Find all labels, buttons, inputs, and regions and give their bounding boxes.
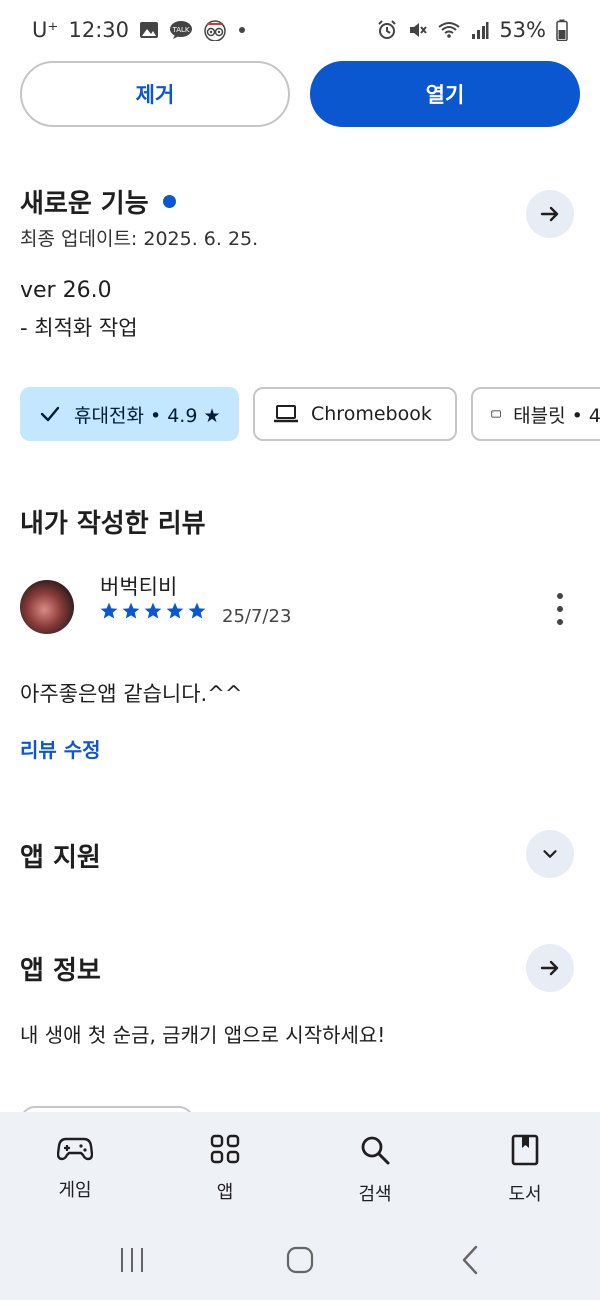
check-icon xyxy=(40,406,60,422)
home-icon[interactable] xyxy=(285,1245,315,1275)
apps-icon xyxy=(210,1134,240,1164)
wifi-icon xyxy=(437,20,461,40)
dot-icon xyxy=(237,25,247,35)
star-icon xyxy=(144,602,162,619)
app-support-title[interactable]: 앱 지원 xyxy=(20,837,101,874)
tripadvisor-icon xyxy=(203,19,227,41)
release-notes: - 최적화 작업 xyxy=(20,316,138,340)
recent-apps-icon[interactable] xyxy=(118,1246,146,1274)
review-date: 25/7/23 xyxy=(222,606,292,627)
star-icon xyxy=(122,602,140,619)
star-icon xyxy=(188,602,206,619)
nav-item-search[interactable]: 검색 xyxy=(320,1134,430,1206)
laptop-icon xyxy=(274,405,298,423)
star-icon xyxy=(166,602,184,619)
chip-chromebook-label: Chromebook xyxy=(311,403,432,425)
nav-search-label: 검색 xyxy=(358,1184,392,1205)
action-buttons: 제거 열기 xyxy=(20,61,580,127)
review-text: 아주좋은앱 같습니다.^^ xyxy=(20,682,243,706)
my-review-title: 내가 작성한 리뷰 xyxy=(20,509,206,539)
alarm-icon xyxy=(377,20,397,40)
reviewer-name: 버벅티비 xyxy=(100,575,178,599)
status-bar: U⁺ 12:30 TALK 53% xyxy=(0,0,600,60)
arrow-right-icon xyxy=(540,206,559,222)
last-updated: 최종 업데이트: 2025. 6. 25. xyxy=(20,228,259,250)
talk-icon: TALK xyxy=(169,20,193,40)
chip-phone-label: 휴대전화 • 4.9 ★ xyxy=(74,404,221,427)
open-button[interactable]: 열기 xyxy=(310,61,580,127)
status-left: U⁺ 12:30 TALK xyxy=(32,18,247,42)
whats-new-header[interactable]: 새로운 기능 xyxy=(20,183,176,220)
app-description: 내 생애 첫 순금, 금캐기 앱으로 시작하세요! xyxy=(20,1023,386,1047)
chip-tablet-label: 태블릿 • 4 xyxy=(513,404,600,427)
app-support-expand-button[interactable] xyxy=(526,830,574,878)
back-icon[interactable] xyxy=(458,1244,482,1276)
version-text: ver 26.0 xyxy=(20,278,112,303)
whats-new-arrow-button[interactable] xyxy=(526,190,574,238)
search-icon xyxy=(361,1136,390,1165)
mute-icon xyxy=(407,20,428,40)
chip-phone[interactable]: 휴대전화 • 4.9 ★ xyxy=(20,387,239,441)
battery-percent: 53% xyxy=(499,18,546,42)
device-chips: 휴대전화 • 4.9 ★ Chromebook 태블릿 • 4 xyxy=(20,387,600,441)
gamepad-icon xyxy=(57,1137,93,1161)
app-info-title[interactable]: 앱 정보 xyxy=(20,950,101,987)
more-options-icon[interactable] xyxy=(550,593,570,625)
avatar xyxy=(20,580,74,634)
nav-apps-label: 앱 xyxy=(216,1182,234,1203)
remove-button[interactable]: 제거 xyxy=(20,61,290,127)
nav-item-books[interactable]: 도서 xyxy=(470,1134,580,1206)
battery-icon xyxy=(556,19,568,41)
nav-games-label: 게임 xyxy=(58,1180,92,1201)
chip-tablet[interactable]: 태블릿 • 4 xyxy=(471,387,600,441)
carrier-label: U⁺ xyxy=(32,18,59,42)
status-right: 53% xyxy=(377,18,568,42)
new-indicator-dot xyxy=(162,195,176,208)
svg-text:TALK: TALK xyxy=(171,26,189,34)
nav-books-label: 도서 xyxy=(508,1184,542,1205)
gallery-icon xyxy=(139,20,159,40)
tablet-icon xyxy=(491,410,501,418)
system-navigation-bar xyxy=(0,1240,600,1280)
app-info-arrow-button[interactable] xyxy=(526,944,574,992)
chevron-down-icon xyxy=(543,850,557,858)
signal-icon xyxy=(471,20,489,40)
arrow-right-icon xyxy=(540,960,559,976)
book-icon xyxy=(511,1134,539,1166)
star-rating xyxy=(99,601,207,621)
star-icon xyxy=(100,602,118,619)
nav-item-games[interactable]: 게임 xyxy=(20,1134,130,1202)
clock: 12:30 xyxy=(68,18,129,42)
nav-item-apps[interactable]: 앱 xyxy=(170,1134,280,1204)
whats-new-title: 새로운 기능 xyxy=(20,189,149,219)
edit-review-link[interactable]: 리뷰 수정 xyxy=(20,734,101,763)
chip-chromebook[interactable]: Chromebook xyxy=(253,387,457,441)
